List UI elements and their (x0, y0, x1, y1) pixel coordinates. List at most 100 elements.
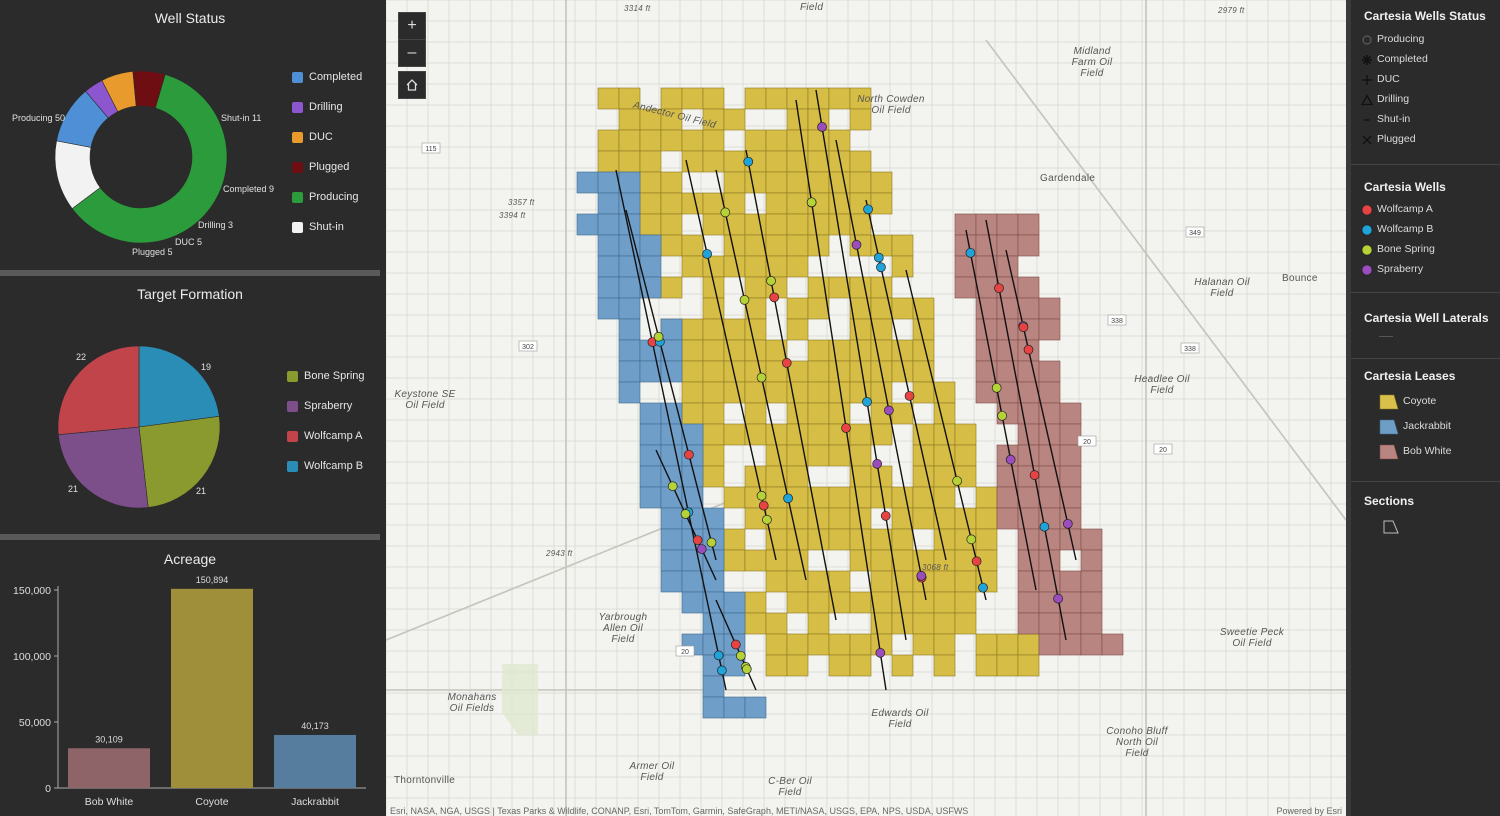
well-marker[interactable] (720, 207, 731, 218)
well-marker[interactable] (702, 249, 712, 259)
well-marker[interactable] (1005, 454, 1016, 465)
well-marker[interactable] (717, 665, 727, 676)
legend-swatch (292, 71, 303, 83)
legend-item-duc[interactable]: DUC (1362, 73, 1400, 85)
legend-item-producing[interactable]: Producing (1362, 33, 1424, 45)
well-marker[interactable] (862, 396, 872, 407)
legend-item-completed[interactable]: Completed (1362, 53, 1428, 65)
well-marker[interactable] (1018, 322, 1029, 333)
bar-bob-white[interactable] (68, 748, 150, 788)
acreage-bar-chart[interactable]: 150,000 100,000 50,000 0 30,109 Bob White 150,… (0, 540, 380, 816)
legend-spraberry[interactable]: Spraberry (287, 400, 352, 412)
slice-label-plugged: Plugged 5 (132, 247, 173, 257)
well-marker[interactable] (739, 295, 750, 305)
well-marker[interactable] (904, 391, 915, 401)
legend-item-bone-spring[interactable]: Bone Spring (1361, 243, 1435, 256)
legend-item-jackrabbit[interactable]: Jackrabbit (1379, 419, 1451, 435)
well-marker[interactable] (758, 500, 769, 511)
well-marker[interactable] (756, 490, 767, 501)
legend-bone-spring[interactable]: Bone Spring (287, 370, 365, 382)
legend-item-wolfcamp-a[interactable]: Wolfcamp A (1361, 203, 1433, 216)
well-marker[interactable] (667, 481, 678, 492)
pie-slice-wolfcamp-a[interactable] (57, 345, 140, 435)
acreage-panel: Acreage 150,000 100,000 50,000 0 30,109 Bob W… (0, 540, 380, 816)
legend-item-spraberry[interactable]: Spraberry (1361, 263, 1423, 276)
lease-polygon-icon (1379, 419, 1399, 435)
well-marker[interactable] (994, 283, 1004, 294)
legend-drilling[interactable]: Drilling (292, 101, 343, 113)
well-marker[interactable] (971, 556, 982, 567)
circle-icon (1361, 224, 1373, 236)
map-canvas[interactable]: 115 302 349 338 338 20 20 20 (386, 0, 1346, 816)
well-marker[interactable] (1053, 593, 1063, 604)
legend-wolfcamp-a[interactable]: Wolfcamp A (287, 430, 363, 442)
legend-item-wolfcamp-b[interactable]: Wolfcamp B (1361, 223, 1433, 236)
well-marker[interactable] (884, 405, 894, 416)
well-marker[interactable] (769, 292, 780, 303)
well-marker[interactable] (978, 582, 988, 593)
well-marker[interactable] (876, 262, 886, 273)
well-marker[interactable] (875, 648, 886, 658)
well-marker[interactable] (873, 252, 884, 263)
well-marker[interactable] (872, 459, 883, 469)
well-marker[interactable] (991, 382, 1002, 393)
zoom-out-button[interactable]: – (398, 39, 426, 67)
well-marker[interactable] (783, 493, 793, 504)
well-marker[interactable] (680, 509, 691, 519)
well-marker[interactable] (781, 358, 792, 368)
well-marker[interactable] (851, 239, 862, 250)
well-marker[interactable] (696, 544, 707, 554)
legend-item-bob-white[interactable]: Bob White (1379, 444, 1451, 460)
pie-slice-wolfcamp-b[interactable] (138, 345, 220, 428)
legend-producing[interactable]: Producing (292, 191, 359, 203)
well-marker[interactable] (841, 423, 851, 433)
well-marker[interactable] (965, 247, 976, 258)
legend-item-coyote[interactable]: Coyote (1379, 394, 1437, 410)
well-marker[interactable] (1023, 344, 1034, 355)
well-marker[interactable] (653, 331, 664, 342)
bar-jackrabbit[interactable] (274, 734, 356, 788)
well-marker[interactable] (743, 156, 754, 167)
well-marker[interactable] (863, 204, 873, 215)
well-marker[interactable] (997, 410, 1007, 421)
well-marker[interactable] (1062, 518, 1073, 529)
pie-slice-spraberry[interactable] (58, 426, 149, 509)
well-marker[interactable] (1039, 521, 1050, 532)
well-marker[interactable] (706, 537, 717, 548)
bar-coyote[interactable] (171, 588, 253, 788)
legend-label: Spraberry (304, 400, 353, 412)
well-marker[interactable] (966, 534, 977, 545)
well-marker[interactable] (756, 372, 767, 383)
slice-label-wolfcamp-a: 22 (76, 352, 87, 362)
legend-swatch (292, 161, 303, 173)
legend-shut-in[interactable]: Shut-in (292, 221, 344, 233)
pie-slice-bone-spring[interactable] (138, 415, 221, 508)
well-marker[interactable] (880, 511, 891, 521)
map-view[interactable]: 115 302 349 338 338 20 20 20 Andector Oil Field… (386, 0, 1346, 816)
well-marker[interactable] (952, 476, 962, 486)
legend-label: Completed (1377, 53, 1428, 65)
well-marker[interactable] (713, 650, 724, 661)
legend-plugged[interactable]: Plugged (292, 161, 349, 173)
well-marker[interactable] (1029, 470, 1040, 480)
well-marker[interactable] (741, 664, 752, 675)
well-marker[interactable] (806, 197, 817, 208)
legend-item-drilling[interactable]: Drilling (1361, 93, 1409, 106)
well-marker[interactable] (762, 514, 772, 525)
elevation-label: 2943 ft (546, 549, 573, 558)
legend-completed[interactable]: Completed (292, 71, 362, 83)
well-marker[interactable] (735, 650, 746, 661)
well-marker[interactable] (730, 639, 741, 650)
legend-label: Coyote (1403, 395, 1437, 407)
home-button[interactable] (398, 71, 426, 99)
legend-wolfcamp-b[interactable]: Wolfcamp B (287, 460, 363, 472)
legend-item-shut-in[interactable]: Shut-in (1364, 113, 1410, 125)
well-marker[interactable] (766, 275, 776, 286)
legend-duc[interactable]: DUC (292, 131, 333, 143)
well-marker[interactable] (684, 449, 694, 460)
well-marker[interactable] (817, 122, 827, 132)
legend-item-plugged[interactable]: Plugged (1362, 133, 1416, 145)
powered-by-esri[interactable]: Powered by Esri (1276, 806, 1342, 816)
well-marker[interactable] (692, 535, 703, 546)
zoom-in-button[interactable]: + (398, 12, 426, 40)
